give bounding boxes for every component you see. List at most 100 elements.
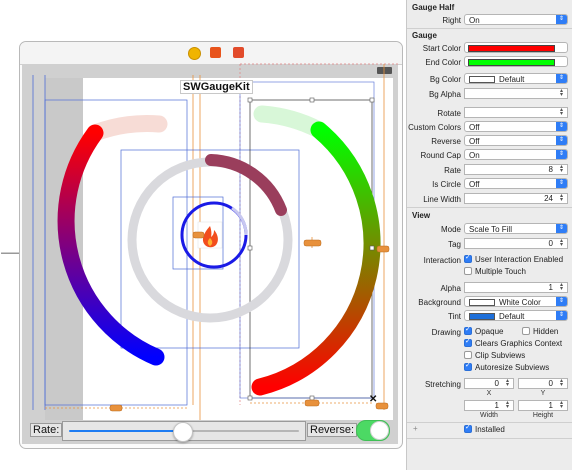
background-select[interactable]: White Color ⇕: [464, 296, 568, 307]
is-circle-value: Off: [469, 180, 480, 189]
left-gauge-arc: [57, 124, 165, 366]
reverse-select[interactable]: Off ⇕: [464, 135, 568, 146]
stepper-icon[interactable]: ▴ ▾: [557, 164, 566, 174]
divider: [407, 438, 572, 439]
stepper-icon[interactable]: ▴ ▾: [557, 193, 566, 203]
end-color-well[interactable]: [464, 56, 568, 67]
installed-checkbox[interactable]: [464, 423, 472, 433]
user-interaction-checkbox[interactable]: [464, 253, 472, 263]
rate-slider[interactable]: [62, 421, 306, 442]
autoresize-label: Autoresize Subviews: [475, 363, 550, 372]
autoresize-checkbox[interactable]: [464, 361, 472, 371]
line-width-field[interactable]: 24 ▴ ▾: [464, 193, 568, 204]
round-cap-select[interactable]: On ⇕: [464, 149, 568, 160]
stretch-height-label: Height: [532, 412, 554, 419]
background-swatch: [469, 299, 495, 306]
stepper-icon[interactable]: ▴ ▾: [557, 378, 566, 388]
line-width-label: Line Width: [423, 195, 461, 204]
opaque-label: Opaque: [475, 327, 504, 336]
stretch-height-field[interactable]: 1 ▴ ▾: [518, 400, 568, 411]
reverse-label-inspector: Reverse: [431, 137, 461, 146]
divider: [407, 207, 572, 208]
hidden-checkbox[interactable]: [522, 327, 530, 335]
rate-label[interactable]: Rate:: [30, 423, 63, 437]
mode-select[interactable]: Scale To Fill ⇕: [464, 223, 568, 234]
close-handle-icon: ✕: [369, 394, 377, 405]
bg-color-value: Default: [499, 75, 525, 84]
right-label: Right: [442, 16, 461, 25]
stepper-icon[interactable]: ▴ ▾: [503, 378, 512, 388]
mode-label: Mode: [440, 225, 461, 234]
round-cap-value: On: [469, 151, 480, 160]
section-view-title: View: [412, 211, 431, 220]
user-interaction-label: User Interaction Enabled: [475, 255, 564, 264]
stepper-icon[interactable]: ▴ ▾: [557, 282, 566, 292]
alpha-value: 1: [548, 283, 553, 292]
reverse-switch[interactable]: [356, 420, 390, 441]
stretch-y-value: 0: [548, 379, 553, 388]
title-label[interactable]: SWGaugeKit: [180, 80, 253, 94]
alpha-field[interactable]: 1 ▴ ▾: [464, 282, 568, 293]
section-gauge-half-title: Gauge Half: [412, 3, 455, 12]
bg-color-select[interactable]: Default ⇕: [464, 73, 568, 84]
rate-field[interactable]: 8 ▴ ▾: [464, 164, 568, 175]
clears-graphics-checkbox[interactable]: [464, 337, 472, 347]
line-width-value: 24: [544, 194, 553, 203]
tag-label: Tag: [448, 240, 461, 249]
right-gauge-track: [253, 105, 328, 139]
stretch-width-field[interactable]: 1 ▴ ▾: [464, 400, 514, 411]
select-arrows-icon: ⇕: [556, 15, 567, 24]
opaque-checkbox[interactable]: [464, 325, 472, 335]
stretch-y-field[interactable]: 0 ▴ ▾: [518, 378, 568, 389]
attributes-inspector: Gauge Half Right On ⇕ Gauge Start Color …: [406, 0, 572, 470]
divider: [407, 422, 572, 423]
custom-colors-label: Custom Colors: [408, 123, 461, 132]
stepper-icon[interactable]: ▴ ▾: [557, 88, 566, 98]
right-select[interactable]: On ⇕: [464, 14, 568, 25]
add-variation-plus-icon[interactable]: +: [413, 424, 418, 433]
background-value: White Color: [499, 298, 541, 307]
stretch-x-field[interactable]: 0 ▴ ▾: [464, 378, 514, 389]
tint-swatch: [469, 313, 495, 320]
gauges-layer: ✕: [57, 97, 390, 412]
start-color-well[interactable]: [464, 42, 568, 53]
rotate-label: Rotate: [437, 109, 461, 118]
storyboard-canvas[interactable]: ⟶ ✕ SWGaugeKit Rate: Reverse:: [0, 0, 406, 470]
select-arrows-icon: ⇕: [556, 224, 567, 233]
custom-colors-select[interactable]: Off ⇕: [464, 121, 568, 132]
tag-field[interactable]: 0 ▴ ▾: [464, 238, 568, 249]
stretching-label: Stretching: [424, 380, 461, 389]
is-circle-select[interactable]: Off ⇕: [464, 178, 568, 189]
interaction-label: Interaction: [423, 256, 461, 265]
stretch-height-value: 1: [548, 401, 553, 410]
background-label: Background: [418, 298, 461, 307]
start-color-label: Start Color: [422, 44, 461, 53]
select-arrows-icon: ⇕: [556, 311, 567, 320]
left-gauge-track: [86, 115, 168, 142]
mode-value: Scale To Fill: [469, 225, 512, 234]
custom-colors-value: Off: [469, 123, 480, 132]
select-arrows-icon: ⇕: [556, 297, 567, 306]
tag-value: 0: [548, 239, 553, 248]
stepper-icon[interactable]: ▴ ▾: [503, 400, 512, 410]
stepper-icon[interactable]: ▴ ▾: [557, 238, 566, 248]
slider-thumb[interactable]: [173, 422, 193, 442]
tint-select[interactable]: Default ⇕: [464, 310, 568, 321]
tint-value: Default: [499, 312, 525, 321]
multiple-touch-checkbox[interactable]: [464, 267, 472, 275]
tint-label: Tint: [447, 312, 461, 321]
reverse-label[interactable]: Reverse:: [307, 423, 358, 437]
bg-alpha-field[interactable]: ▴ ▾: [464, 88, 568, 99]
rate-value: 8: [548, 165, 553, 174]
stepper-icon[interactable]: ▴ ▾: [557, 400, 566, 410]
bg-color-label: Bg Color: [429, 75, 461, 84]
round-cap-label: Round Cap: [420, 151, 461, 160]
stretch-x-value: 0: [494, 379, 499, 388]
rate-label-inspector: Rate: [444, 166, 461, 175]
clip-subviews-checkbox[interactable]: [464, 351, 472, 359]
switch-knob: [370, 421, 389, 440]
multiple-touch-label: Multiple Touch: [475, 267, 526, 276]
installed-label: Installed: [475, 425, 505, 434]
stepper-icon[interactable]: ▴ ▾: [557, 107, 566, 117]
rotate-field[interactable]: ▴ ▾: [464, 107, 568, 118]
